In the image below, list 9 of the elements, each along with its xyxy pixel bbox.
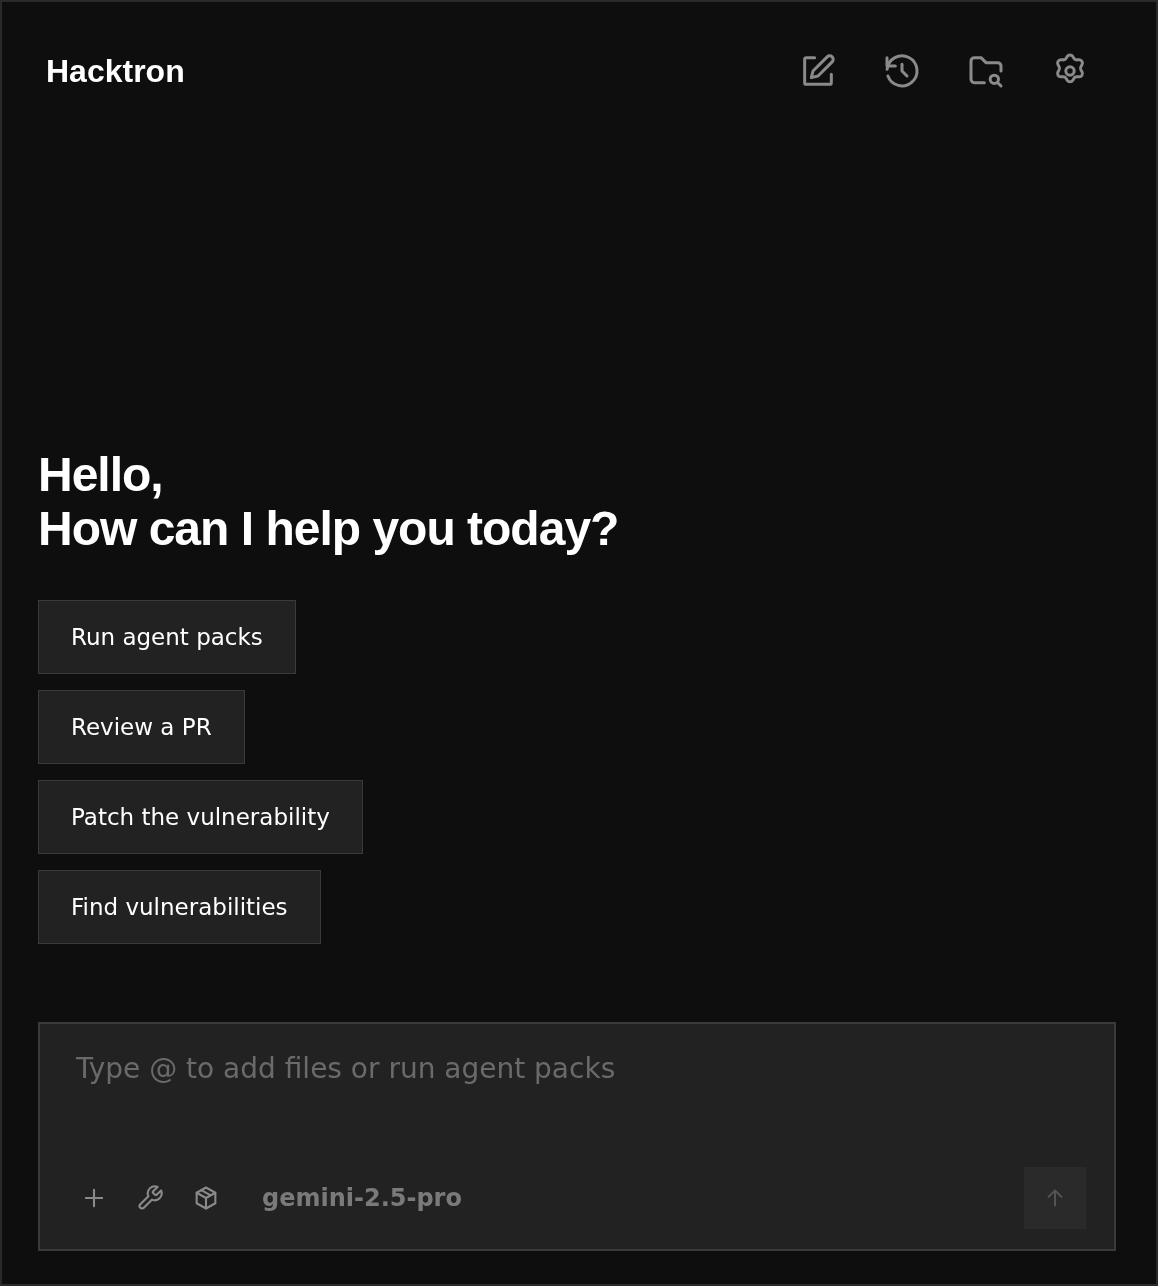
suggestion-button[interactable]: Find vulnerabilities	[38, 870, 321, 944]
suggestion-button[interactable]: Run agent packs	[38, 600, 296, 674]
greeting-text: Hello,	[38, 448, 163, 502]
suggestion-button[interactable]: Patch the vulnerability	[38, 780, 363, 854]
suggestion-button[interactable]: Review a PR	[38, 690, 245, 764]
prompt-input-field[interactable]: Type @ to add files or run agent packs gemini-2.5-pro	[38, 1022, 1116, 1251]
model-selector[interactable]: gemini-2.5-pro	[262, 1184, 462, 1212]
greeting-text: How can I help you today?	[38, 502, 619, 556]
app-title: Hacktron	[46, 52, 185, 90]
